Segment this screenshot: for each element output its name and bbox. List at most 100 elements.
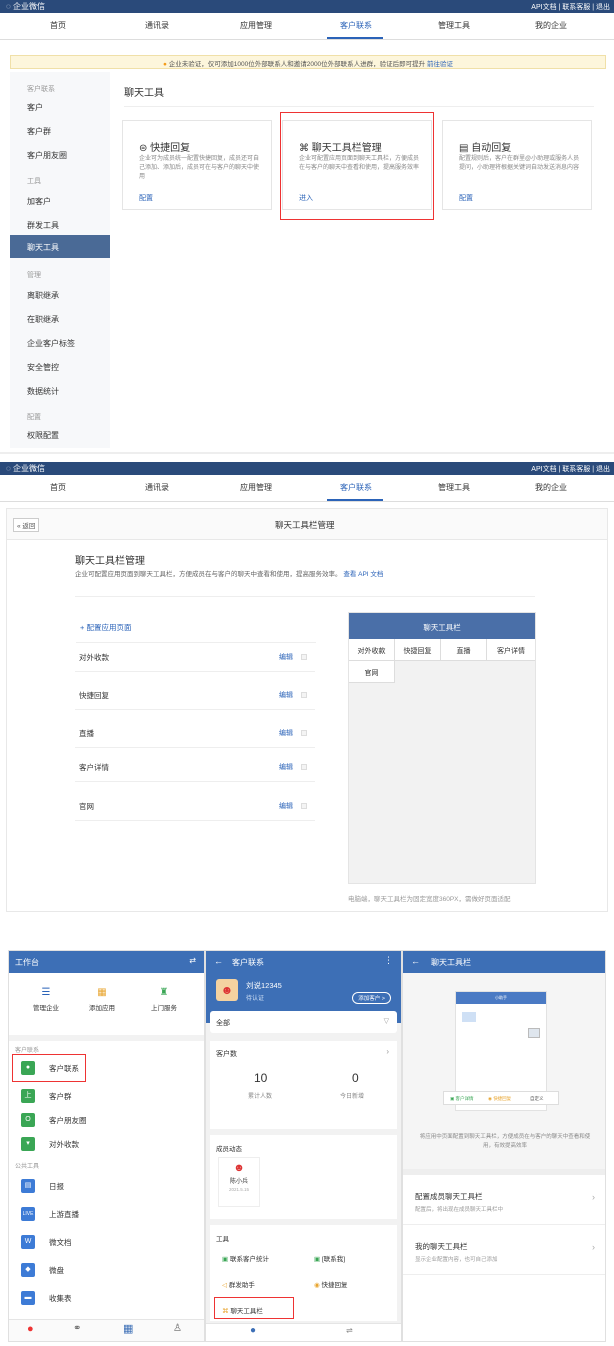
edit-link[interactable]: 编辑 — [279, 762, 293, 772]
toolbar-row: 对外收款 编辑 — [75, 642, 315, 672]
app-service[interactable]: ♜ 上门服务 — [149, 987, 179, 1012]
sidebar-section-customer: 客户联系 — [27, 86, 55, 93]
nav-contacts[interactable]: 通讯录 — [145, 20, 169, 31]
preview-tab[interactable]: 直播 — [441, 639, 487, 661]
sidebar-item-resign[interactable]: 离职继承 — [27, 290, 59, 301]
settings-icon[interactable]: ⇄ — [189, 956, 196, 965]
nav-home[interactable]: 首页 — [50, 482, 66, 493]
app-item-daily[interactable]: ▤ 日报 — [21, 1177, 211, 1197]
nav-customer[interactable]: 客户联系 — [340, 482, 372, 493]
nav-home[interactable]: 首页 — [50, 20, 66, 31]
back-button[interactable]: « 返回 — [13, 518, 40, 532]
workbench-tab-icon[interactable]: ▦ — [123, 1322, 133, 1335]
tool-quick-reply[interactable]: ◉ 快捷回复 — [314, 1279, 347, 1289]
sidebar-item-moments[interactable]: 客户朋友圈 — [27, 150, 67, 161]
app-item-moments[interactable]: O 客户朋友圈 — [21, 1111, 211, 1131]
sidebar-item-onjob[interactable]: 在职继承 — [27, 314, 59, 325]
sidebar-item-tags[interactable]: 企业客户标签 — [27, 338, 75, 349]
chat-bubble-icon[interactable]: ● — [250, 1325, 256, 1336]
menu-sub: 显示企业配置内容，也可自己添加 — [415, 1257, 498, 1263]
quick-apps: ☰ 管理企业 ▦ 添加应用 ♜ 上门服务 — [9, 973, 204, 1035]
edit-link[interactable]: 编辑 — [279, 652, 293, 662]
top-links[interactable]: API文档 | 联系客服 | 退出 — [531, 464, 610, 474]
stat-today-label: 今日新增 — [340, 1094, 365, 1100]
nav-company[interactable]: 我的企业 — [535, 20, 567, 31]
nav-tools[interactable]: 管理工具 — [438, 482, 470, 493]
back-arrow-icon[interactable]: ← — [214, 956, 223, 966]
row-checkbox[interactable] — [301, 692, 307, 698]
api-doc-link[interactable]: 查看 API 文档 — [343, 571, 383, 578]
edit-link[interactable]: 编辑 — [279, 801, 293, 811]
preview-tab[interactable]: 客户详情 — [487, 639, 535, 661]
preview-tab[interactable]: 快捷回复 — [395, 639, 441, 661]
me-tab-icon[interactable]: ♙ — [173, 1323, 182, 1334]
app-item-label: 微文档 — [49, 1238, 72, 1247]
sidebar-item-add[interactable]: 加客户 — [27, 196, 51, 207]
app-item-form[interactable]: ▬ 收集表 — [21, 1289, 211, 1309]
app-item-live[interactable]: LIVE 上游直播 — [21, 1205, 211, 1225]
row-checkbox[interactable] — [301, 803, 307, 809]
main-nav-2: 首页 通讯录 应用管理 客户联系 管理工具 我的企业 — [0, 475, 614, 502]
separator — [0, 452, 614, 454]
row-checkbox[interactable] — [301, 654, 307, 660]
member-card[interactable]: ☻ 陈小兵 2021.5.15 — [218, 1157, 260, 1207]
card-quick-reply[interactable]: ⊜ 快捷回复 企业可为成员统一配置快捷回复，成员还可自己添加、添加后，成员可在与… — [122, 120, 272, 210]
sidebar-item-group[interactable]: 客户群 — [27, 126, 51, 137]
app-item-doc[interactable]: W 微文档 — [21, 1233, 211, 1253]
mock-btn: 自定义 — [530, 1096, 544, 1101]
more-icon[interactable]: ⋮ — [384, 955, 393, 966]
subpage-title: 聊天工具栏管理 — [275, 520, 335, 530]
sidebar-item-chat-tool[interactable]: 聊天工具 — [10, 235, 110, 258]
tool-stats[interactable]: ▣ 联系客户统计 — [222, 1253, 269, 1263]
nav-contacts[interactable]: 通讯录 — [145, 482, 169, 493]
card-action-config[interactable]: 配置 — [139, 193, 153, 203]
tool-broadcast[interactable]: ◁ 群发助手 — [222, 1279, 255, 1289]
app-add[interactable]: ▦ 添加应用 — [87, 987, 117, 1012]
quick-reply-icon: ◉ — [314, 1282, 320, 1289]
nav-active-bar — [327, 37, 383, 39]
sidebar-item-broadcast[interactable]: 群发工具 — [27, 220, 59, 231]
sidebar-item-permission[interactable]: 权限配置 — [27, 430, 59, 441]
row-checkbox[interactable] — [301, 764, 307, 770]
row-name: 客户详情 — [79, 763, 109, 772]
nav-tools[interactable]: 管理工具 — [438, 20, 470, 31]
tool-contact-me[interactable]: ▣ [联系我] — [314, 1253, 345, 1263]
nav-apps[interactable]: 应用管理 — [240, 20, 272, 31]
app-manage[interactable]: ☰ 管理企业 — [31, 987, 61, 1012]
app-item-customer-group[interactable]: 上 客户群 — [21, 1087, 211, 1107]
preview-tab[interactable]: 官网 — [349, 661, 395, 683]
customer-stats[interactable]: 客户数 › 10 累计人数 0 今日新增 — [210, 1041, 397, 1129]
verify-link[interactable]: 前往验证 — [427, 61, 453, 68]
app-item-drive[interactable]: ◆ 微盘 — [21, 1261, 211, 1281]
filter-icon[interactable]: ▽ — [384, 1017, 389, 1025]
contacts-tab-icon[interactable]: ⚭ — [73, 1323, 81, 1334]
menu-my-toolbar[interactable]: 我的聊天工具栏 显示企业配置内容，也可自己添加 › — [403, 1227, 605, 1275]
sidebar-item-customer[interactable]: 客户 — [27, 102, 43, 113]
add-customer-button[interactable]: 添加客户 > — [352, 992, 391, 1004]
row-checkbox[interactable] — [301, 730, 307, 736]
preview-tab[interactable]: 对外收款 — [349, 639, 395, 661]
back-arrow-icon[interactable]: ← — [411, 956, 420, 966]
card-auto-reply[interactable]: ▤ 自动回复 配置规则后，客户在群里@小助理或服务人员提问，小助理将根据关键词自… — [442, 120, 592, 210]
sliders-icon[interactable]: ⇌ — [346, 1326, 353, 1335]
edit-link[interactable]: 编辑 — [279, 690, 293, 700]
menu-member-toolbar[interactable]: 配置成员聊天工具栏 配置后，将出现在成员聊天工具栏中 › — [403, 1177, 605, 1225]
add-app-page-button[interactable]: + 配置应用页面 — [80, 622, 131, 633]
top-links[interactable]: API文档 | 联系客服 | 退出 — [531, 2, 610, 12]
nav-apps[interactable]: 应用管理 — [240, 482, 272, 493]
menu-title: 我的聊天工具栏 — [415, 1242, 468, 1251]
nav-company[interactable]: 我的企业 — [535, 482, 567, 493]
message-tab-icon[interactable]: ● — [27, 1323, 34, 1335]
edit-link[interactable]: 编辑 — [279, 728, 293, 738]
sidebar-section-config: 配置 — [27, 414, 41, 421]
filter-bar[interactable]: 全部 ▽ — [210, 1011, 397, 1033]
app-item-label: 客户朋友圈 — [49, 1116, 87, 1125]
card-action-config[interactable]: 配置 — [459, 193, 473, 203]
illustration: 小助手 ▣ 客户详情 ◉ 快捷回复 自定义 将应用中页面配置到聊天工具栏，方便成… — [403, 973, 605, 1169]
sidebar-item-stats[interactable]: 数据统计 — [27, 386, 59, 397]
top-bar-2: ◌ 企业微信 API文档 | 联系客服 | 退出 — [0, 462, 614, 475]
app-item-payment[interactable]: ▾ 对外收款 — [21, 1135, 211, 1155]
nav-customer[interactable]: 客户联系 — [340, 20, 372, 31]
sidebar-item-security[interactable]: 安全管控 — [27, 362, 59, 373]
toolbar-header: ← 聊天工具栏 — [403, 951, 605, 973]
